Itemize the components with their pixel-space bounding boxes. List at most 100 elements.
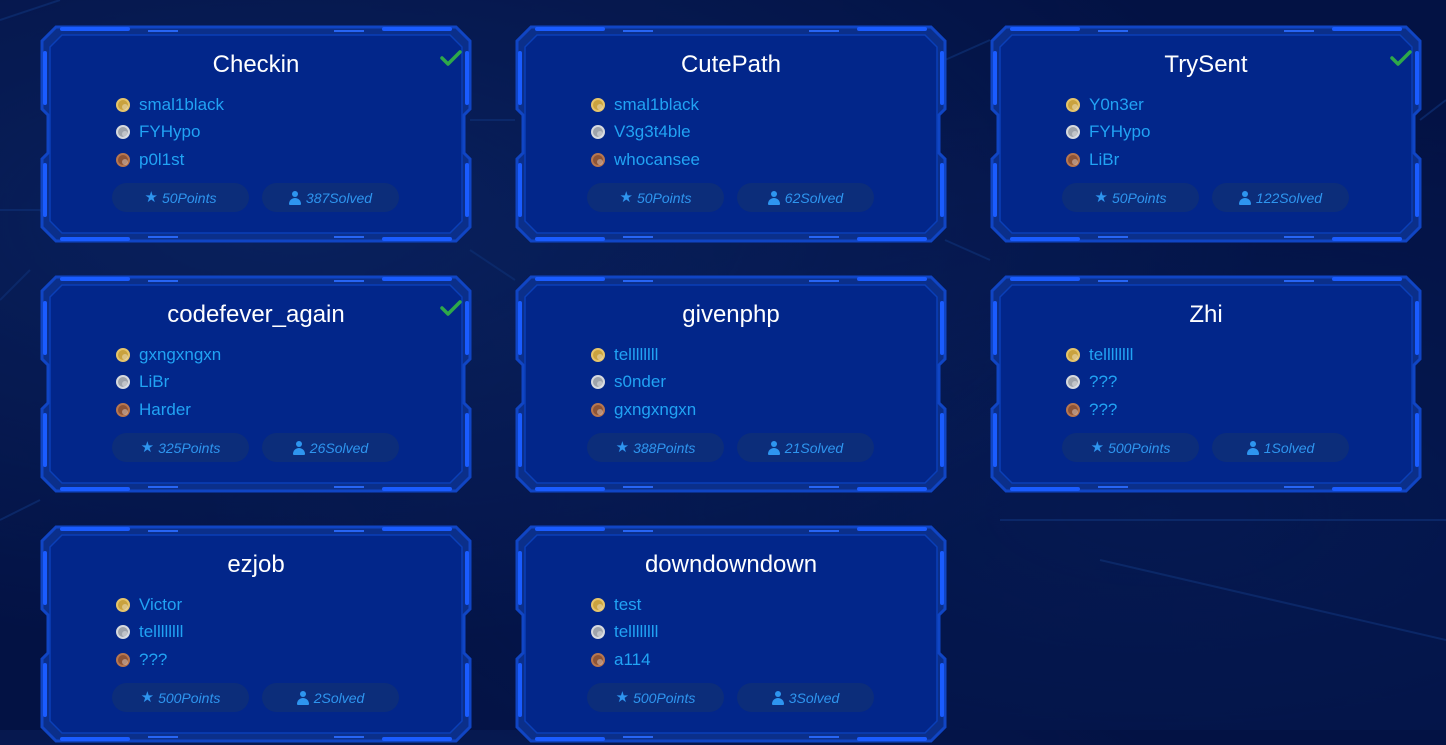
challenge-title: CutePath xyxy=(680,51,782,78)
gold-medal-icon xyxy=(1066,347,1080,362)
rank-third: LiBr xyxy=(1066,146,1150,174)
rank-second: FYHypo xyxy=(1066,119,1150,147)
challenge-card[interactable]: Checkin smal1black FYHypo p0l1st ★ 50Poi… xyxy=(38,23,474,245)
solved-count: 122Solved xyxy=(1255,189,1323,206)
solved-count: 62Solved xyxy=(784,189,844,206)
rank-first: tellllllll xyxy=(591,341,696,369)
silver-medal-icon xyxy=(591,375,605,390)
solver-name: test xyxy=(614,594,642,614)
user-icon xyxy=(1246,440,1259,455)
check-icon xyxy=(440,50,462,66)
silver-medal-icon xyxy=(1066,375,1080,390)
gold-medal-icon xyxy=(116,597,130,612)
solved-count: 2Solved xyxy=(313,689,365,706)
rank-second: tellllllll xyxy=(116,619,183,647)
bronze-medal-icon xyxy=(591,652,605,667)
points-badge: ★ 50Points xyxy=(587,183,724,212)
top-solvers-list: tellllllll ??? ??? xyxy=(1066,341,1133,424)
star-icon: ★ xyxy=(1094,189,1108,206)
silver-medal-icon xyxy=(116,625,130,640)
rank-first: smal1black xyxy=(116,91,224,119)
points-badge: ★ 50Points xyxy=(112,183,249,212)
solver-name: ??? xyxy=(139,649,168,669)
rank-second: V3g3t4ble xyxy=(591,119,700,147)
challenge-title: ezjob xyxy=(227,551,285,578)
solver-name: Victor xyxy=(139,594,183,614)
solver-name: FYHypo xyxy=(1089,122,1151,142)
solver-name: gxngxngxn xyxy=(139,344,222,364)
silver-medal-icon xyxy=(116,375,130,390)
solver-name: FYHypo xyxy=(139,122,201,142)
silver-medal-icon xyxy=(116,125,130,140)
points-badge: ★ 500Points xyxy=(112,683,249,712)
top-solvers-list: Y0n3er FYHypo LiBr xyxy=(1066,91,1150,174)
solver-name: a114 xyxy=(614,649,651,669)
challenge-card[interactable]: Zhi tellllllll ??? ??? ★ 500Points 1Solv… xyxy=(988,273,1424,495)
solved-badge: 3Solved xyxy=(737,683,874,712)
solved-badge: 2Solved xyxy=(262,683,399,712)
challenge-card[interactable]: givenphp tellllllll s0nder gxngxngxn ★ 3… xyxy=(513,273,949,495)
solved-count: 26Solved xyxy=(309,439,369,456)
top-solvers-list: test tellllllll a114 xyxy=(591,591,658,674)
challenge-title: Zhi xyxy=(1189,301,1223,328)
gold-medal-icon xyxy=(591,597,605,612)
star-icon: ★ xyxy=(140,689,155,706)
top-solvers-list: gxngxngxn LiBr Harder xyxy=(116,341,221,424)
rank-third: ??? xyxy=(116,646,183,674)
challenge-title: Checkin xyxy=(212,51,300,78)
rank-first: gxngxngxn xyxy=(116,341,221,369)
solved-count: 3Solved xyxy=(788,689,840,706)
solved-badge: 387Solved xyxy=(262,183,399,212)
check-icon xyxy=(440,300,462,316)
solver-name: tellllllll xyxy=(614,344,659,364)
solver-name: tellllllll xyxy=(614,622,659,642)
points-badge: ★ 500Points xyxy=(1062,433,1199,462)
bronze-medal-icon xyxy=(116,652,130,667)
rank-third: gxngxngxn xyxy=(591,396,696,424)
star-icon: ★ xyxy=(615,439,630,456)
user-icon xyxy=(292,440,305,455)
rank-second: LiBr xyxy=(116,369,221,397)
silver-medal-icon xyxy=(591,625,605,640)
points-badge: ★ 325Points xyxy=(112,433,249,462)
bronze-medal-icon xyxy=(116,402,130,417)
top-solvers-list: smal1black V3g3t4ble whocansee xyxy=(591,91,700,174)
solved-badge: 122Solved xyxy=(1212,183,1349,212)
star-icon: ★ xyxy=(1090,439,1105,456)
solver-name: ??? xyxy=(1089,372,1118,392)
star-icon: ★ xyxy=(140,439,155,456)
challenge-card[interactable]: ezjob Victor tellllllll ??? ★ 500Points xyxy=(38,523,474,745)
gold-medal-icon xyxy=(591,347,605,362)
bronze-medal-icon xyxy=(116,152,130,167)
user-icon xyxy=(1238,190,1251,205)
rank-second: ??? xyxy=(1066,369,1133,397)
bronze-medal-icon xyxy=(1066,402,1080,417)
bronze-medal-icon xyxy=(1066,152,1080,167)
silver-medal-icon xyxy=(591,125,605,140)
solver-name: V3g3t4ble xyxy=(614,122,691,142)
user-icon xyxy=(296,690,309,705)
star-icon: ★ xyxy=(615,689,630,706)
points-value: 500Points xyxy=(1108,439,1171,456)
challenge-title: codefever_again xyxy=(167,301,345,328)
bronze-medal-icon xyxy=(591,152,605,167)
solved-count: 387Solved xyxy=(305,189,373,206)
user-icon xyxy=(288,190,301,205)
rank-first: test xyxy=(591,591,658,619)
solver-name: whocansee xyxy=(614,149,701,169)
top-solvers-list: tellllllll s0nder gxngxngxn xyxy=(591,341,696,424)
challenge-card[interactable]: TrySent Y0n3er FYHypo LiBr ★ 50Points 12… xyxy=(988,23,1424,245)
solver-name: tellllllll xyxy=(139,622,184,642)
top-solvers-list: smal1black FYHypo p0l1st xyxy=(116,91,224,174)
challenge-card[interactable]: codefever_again gxngxngxn LiBr Harder ★ … xyxy=(38,273,474,495)
solved-badge: 21Solved xyxy=(737,433,874,462)
challenge-card[interactable]: CutePath smal1black V3g3t4ble whocansee … xyxy=(513,23,949,245)
solved-badge: 62Solved xyxy=(737,183,874,212)
rank-third: a114 xyxy=(591,646,658,674)
challenge-card[interactable]: downdowndown test tellllllll a114 ★ 500P… xyxy=(513,523,949,745)
points-value: 50Points xyxy=(1111,189,1167,206)
challenge-title: givenphp xyxy=(682,301,780,328)
challenge-title: TrySent xyxy=(1164,51,1248,78)
gold-medal-icon xyxy=(116,97,130,112)
solver-name: smal1black xyxy=(139,94,225,114)
